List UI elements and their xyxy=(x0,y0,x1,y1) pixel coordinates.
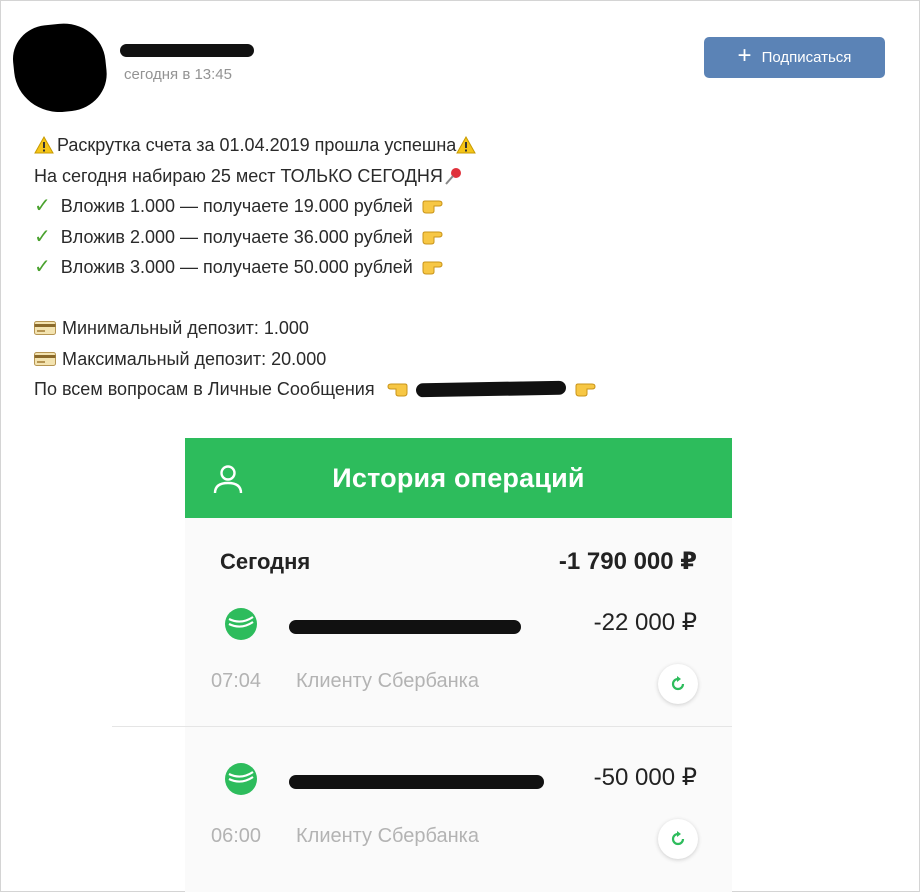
pointing-hand-icon xyxy=(566,381,600,397)
sberbank-logo-icon xyxy=(223,761,259,797)
offer-line: ✓ Вложив 1.000 — получаете 19.000 рублей xyxy=(34,191,734,222)
subscribe-label: Подписаться xyxy=(761,49,852,66)
post-time[interactable]: сегодня в 13:45 xyxy=(124,66,232,83)
pointing-hand-icon xyxy=(375,381,409,397)
pointing-hand-icon xyxy=(413,229,447,245)
post-line-1-text: Раскрутка счета за 01.04.2019 прошла усп… xyxy=(57,135,457,155)
contact-text: По всем вопросам в Личные Сообщения xyxy=(34,379,375,399)
offer-text: Вложив 1.000 — получаете 19.000 рублей xyxy=(60,196,413,216)
bank-title: История операций xyxy=(332,462,585,493)
check-mark-icon: ✓ xyxy=(34,256,51,278)
offer-line: ✓ Вложив 2.000 — получаете 36.000 рублей xyxy=(34,222,734,253)
check-mark-icon: ✓ xyxy=(34,195,51,217)
offer-text: Вложив 2.000 — получаете 36.000 рублей xyxy=(60,226,413,247)
warning-icon xyxy=(456,136,477,154)
bank-header: История операций xyxy=(185,438,732,518)
recipient-name-redacted xyxy=(289,775,544,789)
plus-icon: + xyxy=(737,42,752,69)
transaction-time: 07:04 xyxy=(211,670,262,692)
transaction-description: Клиенту Сбербанка xyxy=(296,670,479,692)
recipient-name-redacted xyxy=(289,620,521,634)
post-text: Раскрутка счета за 01.04.2019 прошла усп… xyxy=(34,130,734,405)
author-name-redacted[interactable] xyxy=(120,44,254,57)
post-line-2: На сегодня набираю 25 мест ТОЛЬКО СЕГОДН… xyxy=(34,161,734,192)
transaction-amount: -50 000 ₽ xyxy=(593,764,697,791)
check-mark-icon: ✓ xyxy=(34,225,51,248)
min-deposit-text: Минимальный депозит: 1.000 xyxy=(62,318,309,338)
transaction-divider xyxy=(112,726,732,727)
pointing-hand-icon xyxy=(413,259,447,275)
min-deposit-line: Минимальный депозит: 1.000 xyxy=(34,313,734,344)
max-deposit-line: Максимальный депозит: 20.000 xyxy=(34,344,734,375)
contact-link-redacted[interactable] xyxy=(415,380,566,398)
repeat-icon xyxy=(671,676,685,691)
credit-card-icon xyxy=(34,351,59,366)
repeat-icon xyxy=(671,831,685,846)
transaction-amount: -22 000 ₽ xyxy=(593,609,697,636)
day-total: -1 790 000 ₽ xyxy=(558,548,697,575)
pointing-hand-icon xyxy=(413,198,447,214)
contact-line: По всем вопросам в Личные Сообщения xyxy=(34,374,734,405)
offer-line: ✓ Вложив 3.000 — получаете 50.000 рублей xyxy=(34,252,734,283)
transaction-row: -22 000 ₽ 07:04 Клиенту Сбербанка xyxy=(185,606,732,736)
max-deposit-text: Максимальный депозит: 20.000 xyxy=(62,348,327,369)
transaction-description: Клиенту Сбербанка xyxy=(296,825,479,847)
warning-icon xyxy=(34,136,54,154)
offer-text: Вложив 3.000 — получаете 50.000 рублей xyxy=(60,257,413,277)
day-label: Сегодня xyxy=(220,549,311,574)
repeat-payment-button xyxy=(658,664,698,704)
sberbank-logo-icon xyxy=(223,606,259,642)
transaction-time: 06:00 xyxy=(211,825,262,847)
pushpin-icon xyxy=(443,165,465,187)
post-line-2-text: На сегодня набираю 25 мест ТОЛЬКО СЕГОДН… xyxy=(34,165,443,186)
credit-card-icon xyxy=(34,321,59,336)
post-line-1: Раскрутка счета за 01.04.2019 прошла усп… xyxy=(34,130,734,161)
repeat-payment-button xyxy=(658,819,698,859)
bank-screenshot[interactable]: История операций Сегодня -1 790 000 ₽ -2… xyxy=(185,438,732,892)
subscribe-button[interactable]: + Подписаться xyxy=(704,37,885,78)
transaction-row: -50 000 ₽ 06:00 Клиенту Сбербанка xyxy=(185,761,732,891)
